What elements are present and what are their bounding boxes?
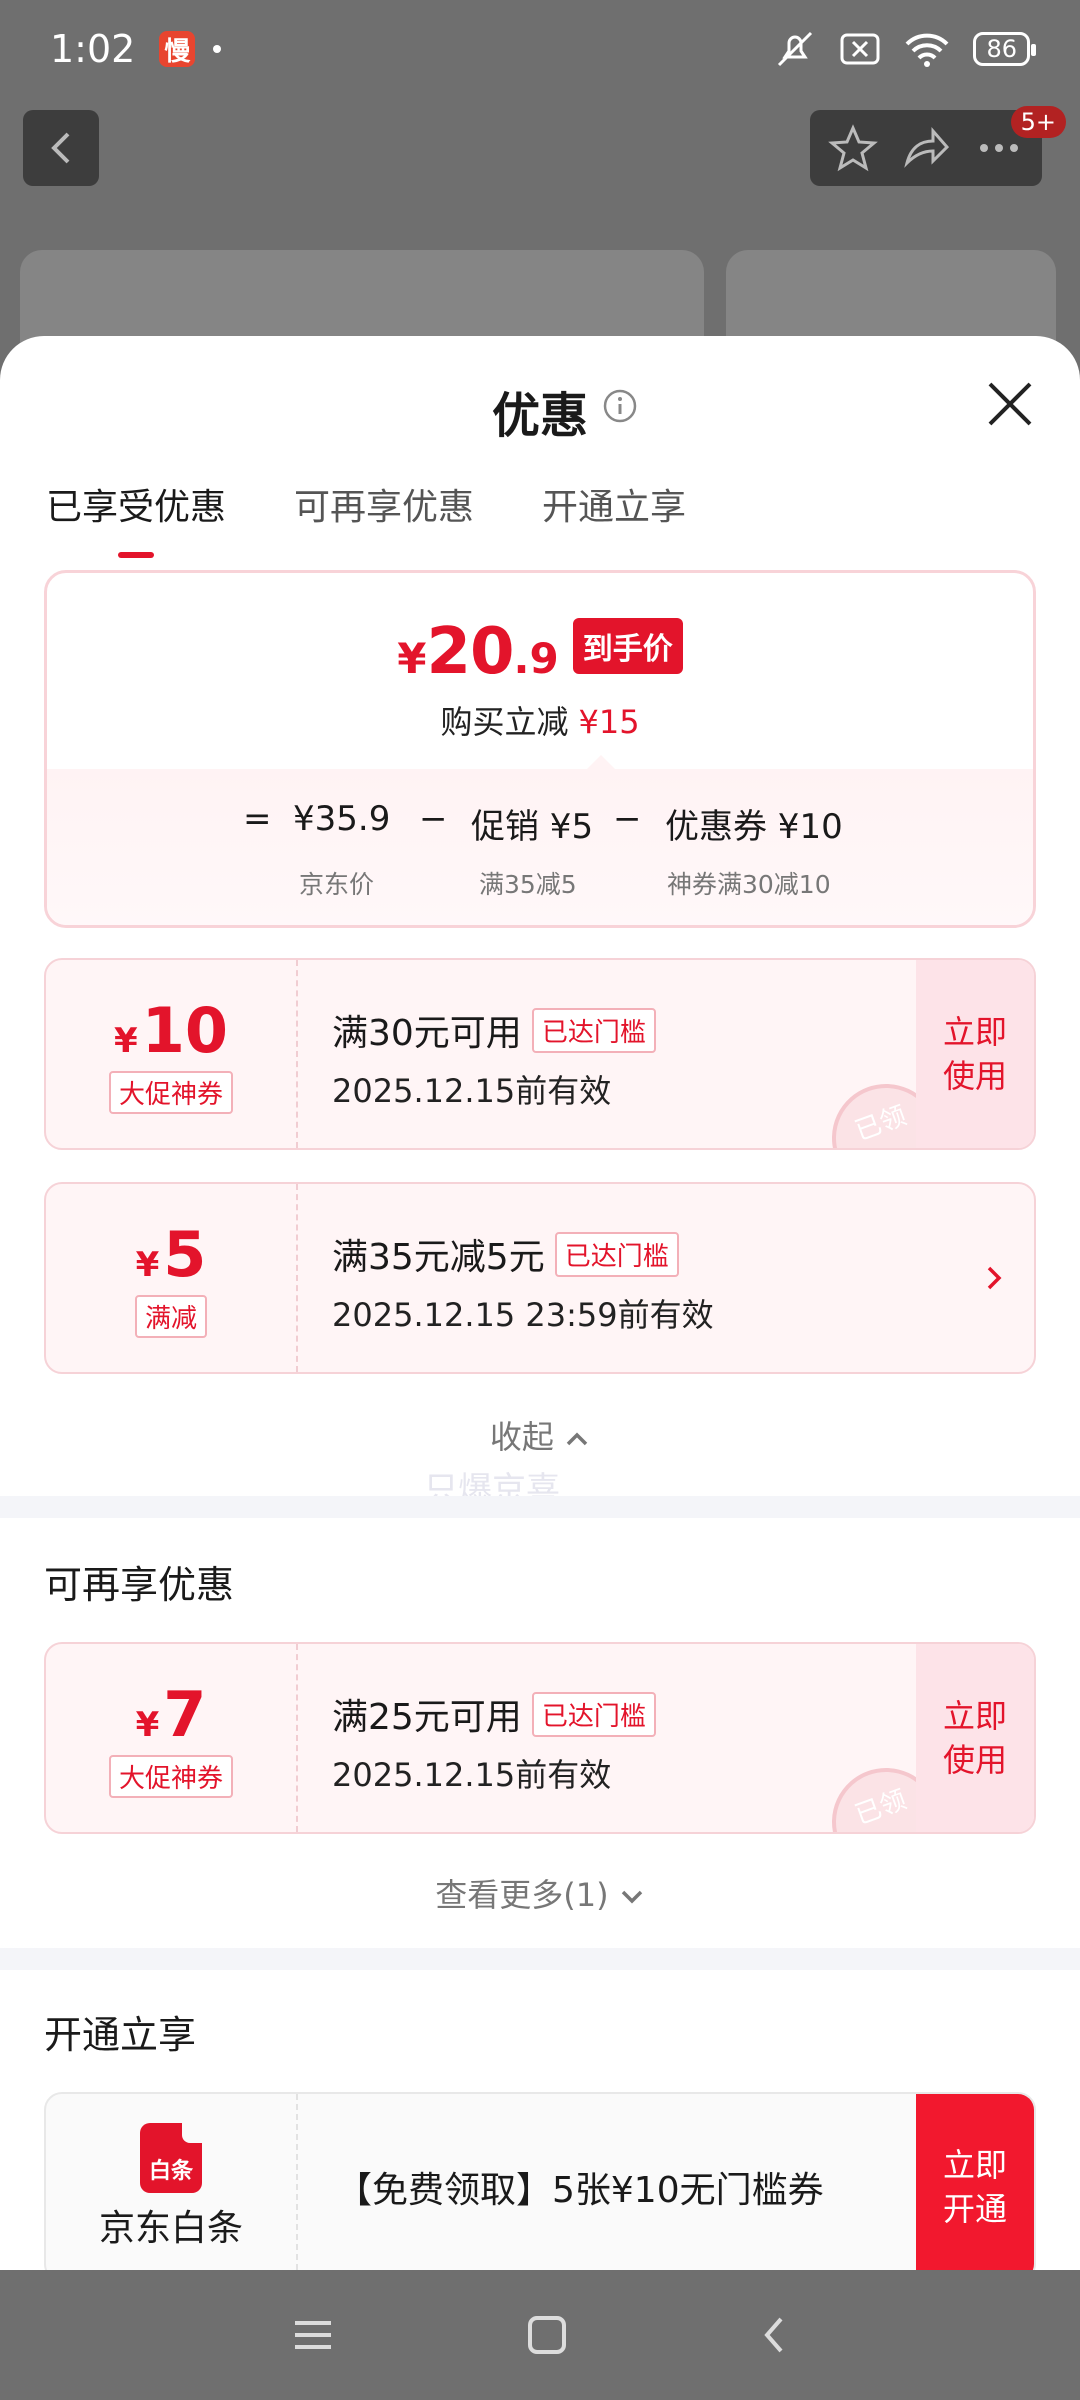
promo-condition: 满35元减5元 xyxy=(332,1237,545,1278)
coupon-expiry: 2025.12.15前有效 xyxy=(332,1072,612,1110)
nav-actions xyxy=(810,110,1042,186)
promo-card[interactable]: ¥5 满减 满35元减5元 已达门槛 2025.12.15 23:59前有效 xyxy=(44,1182,1036,1374)
jd-price-label: 京东价 xyxy=(299,870,375,899)
mute-icon xyxy=(778,31,813,67)
coupon-amount: 优惠券 ¥10 xyxy=(665,807,843,847)
app-notification-icon: 慢 xyxy=(159,31,196,67)
status-bar: 1:02 慢 86 xyxy=(0,0,1080,98)
final-price: ¥ 20 .9 到手价 xyxy=(47,573,1033,689)
product-top-nav xyxy=(0,110,1080,186)
chevron-down-icon xyxy=(621,1890,642,1904)
baitiao-offer-text: 【免费领取】5张¥10无门槛券 xyxy=(336,2170,824,2211)
threshold-tag: 已达门槛 xyxy=(554,1231,679,1277)
more-discounts-title: 可再享优惠 xyxy=(44,1563,235,1607)
back-button[interactable] xyxy=(23,110,99,186)
use-now-button[interactable]: 立即 使用 xyxy=(916,960,1034,1148)
threshold-tag: 已达门槛 xyxy=(531,1007,656,1053)
back-icon[interactable] xyxy=(759,2313,789,2357)
use-now-button[interactable]: 立即 使用 xyxy=(916,1644,1034,1832)
baitiao-name: 京东白条 xyxy=(98,2208,243,2249)
chevron-right-icon xyxy=(987,1266,1002,1290)
notification-dot xyxy=(213,45,222,53)
coupon-type-tag: 大促神券 xyxy=(108,1071,233,1114)
sim-off-icon xyxy=(840,33,880,65)
section-divider xyxy=(0,1948,1080,1970)
instant-reduction: 购买立减 ¥15 xyxy=(440,703,640,741)
promo-amount: 促销 ¥5 xyxy=(471,807,594,847)
threshold-tag: 已达门槛 xyxy=(531,1691,656,1737)
promo-label: 满35减5 xyxy=(479,870,577,899)
coupon-type-tag: 大促神券 xyxy=(108,1755,233,1798)
promo-expiry: 2025.12.15 23:59前有效 xyxy=(332,1296,714,1334)
summary-notch xyxy=(585,755,617,771)
price-breakdown: = ¥35.9 − 促销 ¥5 − 优惠券 ¥10 京东价 满35减5 神券满3… xyxy=(47,769,1033,925)
coupon-condition: 满25元可用 xyxy=(332,1697,522,1738)
baitiao-offer-card: 白条 京东白条 【免费领取】5张¥10无门槛券 立即 开通 xyxy=(44,2092,1036,2270)
chevron-up-icon xyxy=(566,1432,588,1446)
minus-sign-2: − xyxy=(613,799,642,839)
equals-sign: = xyxy=(243,799,272,839)
promo-value: 5 xyxy=(163,1218,207,1291)
share-icon[interactable] xyxy=(901,123,951,173)
home-icon[interactable] xyxy=(525,2313,569,2357)
chevron-left-icon xyxy=(51,132,70,164)
open-now-button[interactable]: 立即 开通 xyxy=(916,2094,1034,2270)
info-icon[interactable] xyxy=(602,388,638,424)
section-divider xyxy=(0,1496,1080,1518)
tab-open-to-enjoy[interactable]: 开通立享 xyxy=(542,476,686,530)
battery-indicator: 86 xyxy=(973,32,1036,66)
tab-more-discounts[interactable]: 可再享优惠 xyxy=(294,476,474,530)
coupon-value: 7 xyxy=(163,1678,207,1751)
star-icon[interactable] xyxy=(827,123,878,173)
coupon-label: 神券满30减10 xyxy=(667,870,831,899)
coupon-value: 10 xyxy=(141,994,228,1067)
close-icon[interactable] xyxy=(984,378,1036,430)
coupon-card: ¥10 大促神券 满30元可用 已达门槛 2025.12.15前有效 已领 立即使… xyxy=(44,958,1036,1150)
coupon-condition: 满30元可用 xyxy=(332,1013,522,1054)
tab-bar: 已享受优惠 可再享优惠 开通立享 xyxy=(0,476,1080,570)
tab-used-discounts[interactable]: 已享受优惠 xyxy=(46,476,226,530)
coupon-expiry: 2025.12.15前有效 xyxy=(332,1756,612,1794)
cart-badge: 5+ xyxy=(1010,106,1066,138)
discount-sheet: 优惠 已享受优惠 可再享优惠 开通立享 ¥ 20 .9 到手价 购买立减 ¥15 … xyxy=(0,336,1080,2270)
final-price-tag: 到手价 xyxy=(572,618,683,674)
open-to-enjoy-title: 开通立享 xyxy=(44,2013,197,2057)
menu-icon[interactable] xyxy=(291,2315,335,2355)
see-more-toggle[interactable]: 查看更多(1) xyxy=(0,1870,1080,1916)
sheet-title: 优惠 xyxy=(491,388,588,444)
promo-type-tag: 满减 xyxy=(134,1295,207,1338)
system-nav-bar xyxy=(0,2270,1080,2400)
coupon-card: ¥7 大促神券 满25元可用 已达门槛 2025.12.15前有效 已领 立即 使用 xyxy=(44,1642,1036,1834)
jd-price: ¥35.9 xyxy=(293,799,391,839)
minus-sign: − xyxy=(419,799,448,839)
clock: 1:02 xyxy=(50,27,136,71)
baitiao-logo-icon: 白条 xyxy=(140,2123,202,2193)
wifi-icon xyxy=(906,33,949,67)
price-summary: ¥ 20 .9 到手价 购买立减 ¥15 = ¥35.9 − 促销 ¥5 − 优惠… xyxy=(44,570,1036,928)
collapse-toggle[interactable]: 收起 xyxy=(0,1412,1080,1458)
